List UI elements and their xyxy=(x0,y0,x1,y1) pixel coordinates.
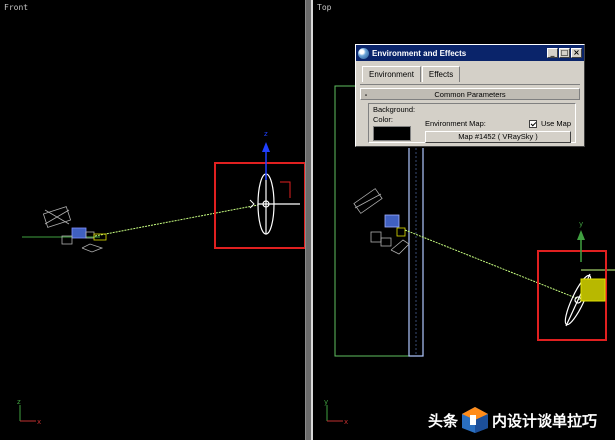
watermark-text-left: 头条 xyxy=(428,411,459,430)
sun-direction-line-top xyxy=(404,229,582,301)
background-color-swatch[interactable] xyxy=(373,126,411,141)
use-map-checkbox[interactable] xyxy=(528,119,537,128)
dialog-titlebar[interactable]: Environment and Effects _ □ × xyxy=(356,45,584,61)
svg-text:z: z xyxy=(264,130,268,138)
front-viewport[interactable]: Front z z x xyxy=(0,0,306,440)
axis-tripod-top: y x xyxy=(324,398,348,426)
tab-environment[interactable]: Environment xyxy=(362,66,421,82)
dialog-title: Environment and Effects xyxy=(372,48,467,58)
svg-text:y: y xyxy=(579,220,583,228)
camera-cluster-top xyxy=(353,188,410,255)
watermark: 头条 内设计谈单拉巧 xyxy=(428,404,615,436)
background-group-label: Background: xyxy=(373,105,416,114)
dialog-tabs: Environment Effects xyxy=(356,61,584,82)
watermark-logo-icon xyxy=(462,407,489,433)
axis-tripod-front: z x xyxy=(17,398,41,426)
environment-effects-dialog[interactable]: Environment and Effects _ □ × Environmen… xyxy=(355,44,585,147)
svg-text:z: z xyxy=(17,398,21,406)
minimize-button[interactable]: _ xyxy=(547,48,558,58)
sun-direction-line xyxy=(94,204,259,237)
camera-cluster xyxy=(42,206,107,253)
rollout-common-parameters[interactable]: - Common Parameters xyxy=(360,88,580,100)
maximize-button[interactable]: □ xyxy=(559,48,570,58)
svg-text:x: x xyxy=(37,418,41,426)
svg-text:y: y xyxy=(324,398,328,406)
sun-object-front xyxy=(257,173,300,235)
color-label: Color: xyxy=(373,115,394,124)
transform-gizmo-top: y xyxy=(577,220,585,262)
selection-box-front xyxy=(214,162,305,249)
close-button[interactable]: × xyxy=(571,48,582,58)
tab-effects[interactable]: Effects xyxy=(421,66,461,82)
rollout-container: - Common Parameters Background: Color: E… xyxy=(360,84,580,143)
environment-map-label: Environment Map: xyxy=(425,119,486,128)
rollout-collapse-icon[interactable]: - xyxy=(361,90,371,99)
app-icon xyxy=(358,47,369,59)
front-viewport-scene: z z x xyxy=(17,130,305,426)
background-group: Background: Color: Environment Map: Use … xyxy=(368,103,576,143)
environment-map-button[interactable]: Map #1452 ( VRaySky ) xyxy=(425,131,571,143)
rollout-title: Common Parameters xyxy=(434,89,506,99)
svg-text:x: x xyxy=(344,418,348,426)
watermark-text-right: 内设计谈单拉巧 xyxy=(492,411,598,430)
use-map-label: Use Map xyxy=(540,119,571,128)
